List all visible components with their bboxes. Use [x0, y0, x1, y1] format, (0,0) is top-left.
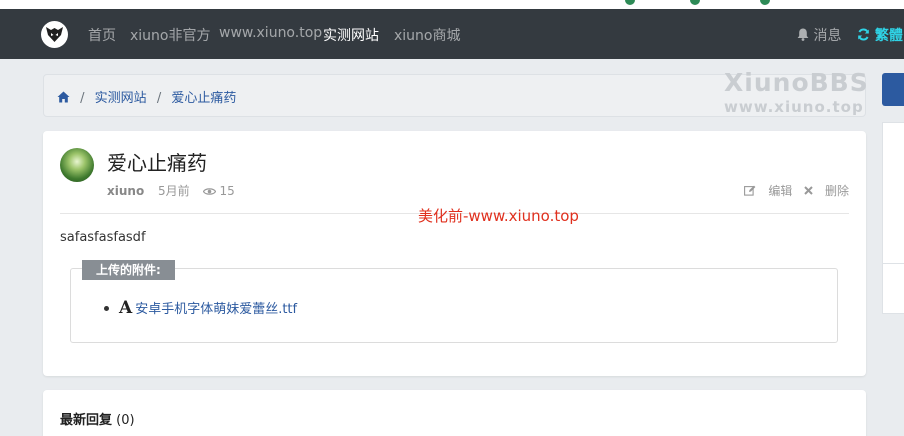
delete-label: 删除 — [824, 184, 849, 198]
nav-traditional[interactable]: 繁體 — [857, 25, 903, 45]
post-views: 15 — [219, 184, 235, 198]
breadcrumb-separator: / — [80, 91, 85, 106]
attachment-item[interactable]: A 安卓手机字体萌妹爱蕾丝.ttf — [104, 298, 297, 318]
home-icon[interactable] — [57, 91, 70, 103]
font-file-icon: A — [119, 298, 133, 318]
bullet — [104, 306, 109, 311]
status-dot — [760, 0, 770, 5]
xiunobbs-watermark: XiunoBBS www.xiuno.top — [724, 68, 884, 116]
breadcrumb-item-forum[interactable]: 实测网站 — [95, 91, 147, 106]
status-dot — [625, 0, 635, 5]
attachment-link[interactable]: 安卓手机字体萌妹爱蕾丝.ttf — [135, 302, 297, 317]
top-navbar: 首页 xiuno非官方 www.xiuno.top 实测网站 xiuno商城 消… — [0, 9, 904, 59]
post-actions: 编辑 删除 — [736, 182, 849, 199]
post-time: 5月前 — [158, 184, 190, 198]
nav-messages[interactable]: 消息 — [797, 25, 841, 45]
post-title: 爱心止痛药 — [107, 151, 207, 175]
replies-card: 最新回复 (0) — [43, 390, 866, 436]
post-author[interactable]: xiuno — [107, 184, 144, 198]
edit-button[interactable]: 编辑 — [744, 184, 796, 198]
replies-heading: 最新回复 (0) — [60, 409, 135, 428]
post-card: 爱心止痛药 xiuno 5月前 15 编辑 删除 美化前-www.xiuno.t… — [43, 131, 866, 376]
traditional-label: 繁體 — [874, 28, 903, 44]
sidebar-button[interactable] — [882, 73, 904, 106]
close-icon — [804, 186, 813, 195]
post-content: safasfasfasdf — [60, 230, 146, 245]
nav-link-xiuno-store[interactable]: xiuno商城 — [394, 25, 461, 45]
messages-label: 消息 — [813, 28, 842, 44]
eye-icon — [203, 188, 217, 195]
edit-icon — [744, 185, 756, 196]
post-meta: xiuno 5月前 15 — [107, 182, 235, 199]
attachments-label: 上传的附件: — [82, 260, 175, 280]
nav-link-xiuno-unofficial[interactable]: xiuno非官方 — [130, 25, 211, 45]
delete-button[interactable]: 删除 — [804, 184, 849, 198]
watermark-url: www.xiuno.top — [724, 98, 864, 116]
edit-label: 编辑 — [768, 184, 793, 198]
nav-link-home[interactable]: 首页 — [88, 25, 116, 45]
sidebar-card — [882, 122, 904, 314]
refresh-icon — [858, 28, 869, 41]
site-logo[interactable] — [41, 21, 68, 48]
avatar[interactable] — [60, 148, 94, 182]
nav-link-test-site[interactable]: 实测网站 — [323, 25, 379, 45]
xiuno-logo-icon — [46, 27, 63, 42]
nav-link-xiuno-top[interactable]: www.xiuno.top — [219, 25, 322, 41]
breadcrumb-separator: / — [156, 91, 162, 106]
bell-icon — [797, 28, 809, 41]
watermark-brand: XiunoBBS — [724, 68, 869, 97]
replies-count: (0) — [116, 413, 135, 428]
status-dot — [690, 0, 700, 5]
replies-title: 最新回复 — [60, 413, 113, 428]
breadcrumb-item-thread[interactable]: 爱心止痛药 — [171, 91, 236, 106]
overlay-note: 美化前-www.xiuno.top — [418, 207, 579, 225]
top-strip — [0, 0, 904, 9]
